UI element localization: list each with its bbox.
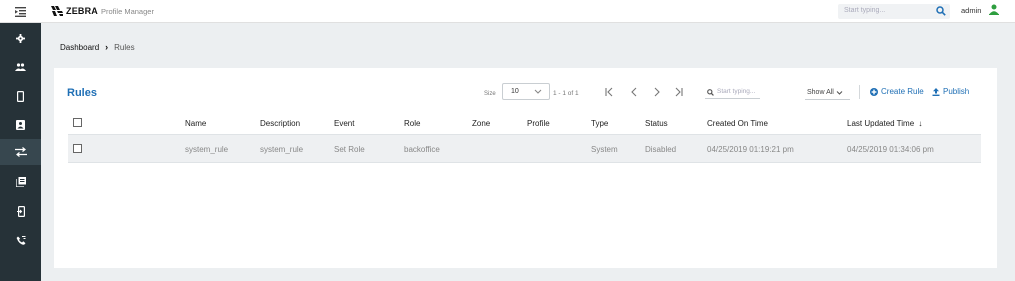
- device-login-icon: [16, 205, 25, 217]
- cell-description: system_rule: [260, 145, 304, 154]
- cell-role: backoffice: [404, 145, 440, 154]
- cell-type: System: [591, 145, 618, 154]
- sidebar-item-settings[interactable]: [0, 25, 41, 51]
- cell-status: Disabled: [645, 145, 677, 154]
- next-page-button[interactable]: [650, 84, 664, 100]
- sidebar-item-badges[interactable]: [0, 112, 41, 138]
- last-updated-label: Last Updated Time: [847, 119, 915, 128]
- create-rule-button[interactable]: Create Rule: [870, 87, 924, 96]
- column-header-last-updated-time[interactable]: Last Updated Time ↓: [847, 119, 922, 128]
- brand[interactable]: ZEBRA Profile Manager: [50, 4, 154, 18]
- previous-page-button[interactable]: [627, 84, 641, 100]
- device-icon: [17, 90, 24, 102]
- chevron-left-icon: [631, 87, 637, 97]
- gear-icon: [16, 33, 25, 43]
- breadcrumb: Dashboard › Rules: [60, 42, 135, 52]
- filter-value: Show All: [807, 89, 834, 96]
- chevron-right-icon: [654, 87, 660, 97]
- sidebar-item-rules[interactable]: [0, 139, 41, 165]
- sidebar-item-calls[interactable]: [0, 227, 41, 253]
- cell-event: Set Role: [334, 145, 365, 154]
- publish-label: Publish: [943, 87, 970, 96]
- pagination-range: 1 - 1 of 1: [553, 90, 579, 97]
- add-circle-icon: [870, 87, 878, 96]
- column-header-description[interactable]: Description: [260, 119, 300, 128]
- table-header: Name Description Event Role Zone Profile…: [68, 111, 981, 135]
- user-name[interactable]: admin: [961, 6, 981, 15]
- row-checkbox[interactable]: [73, 144, 82, 153]
- filter-underline: [805, 99, 850, 100]
- page-size-value: 10: [511, 88, 519, 95]
- first-page-icon: [605, 87, 613, 97]
- chevron-down-icon: [534, 89, 542, 94]
- sidebar-item-device-login[interactable]: [0, 198, 41, 224]
- page-size-select[interactable]: 10: [502, 83, 550, 100]
- column-header-type[interactable]: Type: [591, 119, 608, 128]
- rules-icon: [14, 147, 27, 157]
- person-icon[interactable]: [989, 4, 999, 15]
- group-icon: [15, 63, 26, 71]
- table-search-placeholder: Start typing...: [717, 88, 756, 95]
- breadcrumb-current: Rules: [114, 42, 135, 52]
- search-placeholder: Start typing...: [844, 7, 886, 14]
- column-header-status[interactable]: Status: [645, 119, 668, 128]
- toolbar-divider: [859, 85, 860, 99]
- column-header-role[interactable]: Role: [404, 119, 420, 128]
- sidebar-item-devices[interactable]: [0, 83, 41, 109]
- search-icon[interactable]: [936, 6, 946, 16]
- first-page-button[interactable]: [602, 84, 616, 100]
- table-search-input[interactable]: Start typing...: [705, 87, 760, 99]
- column-header-zone[interactable]: Zone: [472, 119, 490, 128]
- last-page-icon: [675, 87, 683, 97]
- column-header-created-on-time[interactable]: Created On Time: [707, 119, 768, 128]
- table-row[interactable]: system_rule system_rule Set Role backoff…: [68, 135, 981, 163]
- badge-icon: [16, 120, 25, 130]
- sort-descending-icon: ↓: [918, 119, 923, 128]
- column-header-profile[interactable]: Profile: [527, 119, 550, 128]
- product-name: Profile Manager: [101, 6, 154, 16]
- cell-last-updated-time: 04/25/2019 01:34:06 pm: [847, 145, 934, 154]
- last-page-button[interactable]: [672, 84, 686, 100]
- cell-created-on-time: 04/25/2019 01:19:21 pm: [707, 145, 794, 154]
- sidebar-item-profiles[interactable]: [0, 169, 41, 195]
- select-all-checkbox[interactable]: [73, 118, 82, 127]
- caret-down-icon: [836, 90, 843, 95]
- cell-name: system_rule: [185, 145, 229, 154]
- sidebar: [0, 23, 41, 281]
- breadcrumb-separator-icon: ›: [105, 42, 109, 52]
- phone-icon: [16, 235, 25, 245]
- create-rule-label: Create Rule: [881, 87, 924, 96]
- page-size-label: Size: [484, 91, 496, 97]
- sidebar-item-groups[interactable]: [0, 54, 41, 80]
- zebra-logo-icon: [51, 6, 63, 16]
- top-bar: ZEBRA Profile Manager Start typing... ad…: [0, 0, 1015, 23]
- brand-name: ZEBRA: [66, 6, 98, 16]
- breadcrumb-dashboard[interactable]: Dashboard: [60, 43, 99, 52]
- upload-icon: [932, 87, 940, 96]
- column-header-name[interactable]: Name: [185, 119, 206, 128]
- column-header-event[interactable]: Event: [334, 119, 354, 128]
- menu-collapse-icon[interactable]: [0, 0, 41, 23]
- search-icon: [707, 89, 714, 96]
- filter-select[interactable]: Show All: [807, 89, 843, 96]
- copy-icon: [15, 177, 26, 187]
- publish-button[interactable]: Publish: [932, 87, 969, 96]
- page-title: Rules: [67, 87, 97, 99]
- rules-card: Rules Size 10 1 - 1 of 1 Start typing...…: [54, 68, 997, 268]
- global-search-input[interactable]: Start typing...: [838, 4, 950, 19]
